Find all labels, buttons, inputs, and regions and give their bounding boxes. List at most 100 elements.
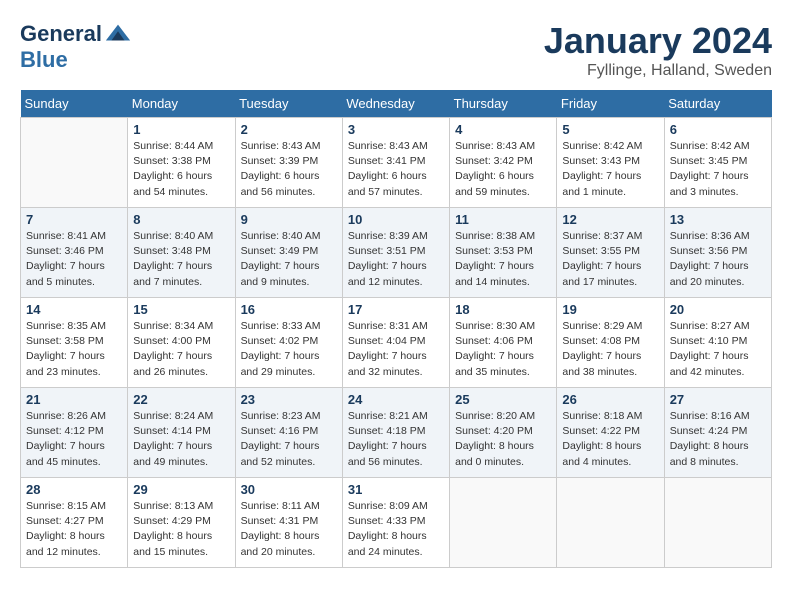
- calendar-cell: 28 Sunrise: 8:15 AMSunset: 4:27 PMDayligh…: [21, 478, 128, 568]
- calendar-cell: 23Sunrise: 8:23 AMSunset: 4:16 PMDayligh…: [235, 388, 342, 478]
- day-info: Sunrise: 8:27 AMSunset: 4:10 PMDaylight:…: [670, 319, 766, 380]
- day-number: 24: [348, 392, 444, 407]
- day-info: Sunrise: 8:40 AMSunset: 3:48 PMDaylight:…: [133, 229, 229, 290]
- logo-text-general: General: [20, 22, 102, 46]
- calendar-cell: 20 Sunrise: 8:27 AMSunset: 4:10 PMDayligh…: [664, 298, 771, 388]
- day-number: 10: [348, 212, 444, 227]
- day-number: 13: [670, 212, 766, 227]
- calendar-cell: [21, 118, 128, 208]
- day-info: Sunrise: 8:40 AMSunset: 3:49 PMDaylight:…: [241, 229, 337, 290]
- calendar-cell: 18 Sunrise: 8:30 AMSunset: 4:06 PMDayligh…: [450, 298, 557, 388]
- calendar-week-row: 21 Sunrise: 8:26 AMSunset: 4:12 PMDayligh…: [21, 388, 772, 478]
- day-info: Sunrise: 8:20 AMSunset: 4:20 PMDaylight:…: [455, 409, 551, 470]
- day-info: Sunrise: 8:31 AMSunset: 4:04 PMDaylight:…: [348, 319, 444, 380]
- day-number: 16: [241, 302, 337, 317]
- weekday-header-saturday: Saturday: [664, 90, 771, 118]
- calendar-week-row: 7 Sunrise: 8:41 AMSunset: 3:46 PMDaylight…: [21, 208, 772, 298]
- day-info: Sunrise: 8:09 AMSunset: 4:33 PMDaylight:…: [348, 499, 444, 560]
- day-info: Sunrise: 8:21 AMSunset: 4:18 PMDaylight:…: [348, 409, 444, 470]
- page-header: General Blue January 2024 Fyllinge, Hall…: [20, 20, 772, 80]
- day-number: 11: [455, 212, 551, 227]
- calendar-week-row: 28 Sunrise: 8:15 AMSunset: 4:27 PMDayligh…: [21, 478, 772, 568]
- day-number: 7: [26, 212, 122, 227]
- weekday-header-tuesday: Tuesday: [235, 90, 342, 118]
- calendar-cell: 25 Sunrise: 8:20 AMSunset: 4:20 PMDayligh…: [450, 388, 557, 478]
- calendar-cell: 22 Sunrise: 8:24 AMSunset: 4:14 PMDayligh…: [128, 388, 235, 478]
- calendar-cell: 2Sunrise: 8:43 AMSunset: 3:39 PMDaylight…: [235, 118, 342, 208]
- day-number: 1: [133, 122, 229, 137]
- day-info: Sunrise: 8:23 AMSunset: 4:16 PMDaylight:…: [241, 409, 337, 470]
- calendar-cell: 3 Sunrise: 8:43 AMSunset: 3:41 PMDaylight…: [342, 118, 449, 208]
- calendar-table: SundayMondayTuesdayWednesdayThursdayFrid…: [20, 90, 772, 568]
- day-number: 28: [26, 482, 122, 497]
- calendar-cell: 7 Sunrise: 8:41 AMSunset: 3:46 PMDaylight…: [21, 208, 128, 298]
- day-number: 17: [348, 302, 444, 317]
- day-number: 4: [455, 122, 551, 137]
- calendar-cell: [557, 478, 664, 568]
- day-info: Sunrise: 8:30 AMSunset: 4:06 PMDaylight:…: [455, 319, 551, 380]
- calendar-week-row: 14Sunrise: 8:35 AMSunset: 3:58 PMDayligh…: [21, 298, 772, 388]
- calendar-cell: 30 Sunrise: 8:11 AMSunset: 4:31 PMDayligh…: [235, 478, 342, 568]
- title-block: January 2024 Fyllinge, Halland, Sweden: [544, 20, 772, 80]
- calendar-cell: 10Sunrise: 8:39 AMSunset: 3:51 PMDayligh…: [342, 208, 449, 298]
- day-info: Sunrise: 8:42 AMSunset: 3:43 PMDaylight:…: [562, 139, 658, 200]
- day-number: 8: [133, 212, 229, 227]
- calendar-cell: 11 Sunrise: 8:38 AMSunset: 3:53 PMDayligh…: [450, 208, 557, 298]
- day-number: 5: [562, 122, 658, 137]
- calendar-cell: 12 Sunrise: 8:37 AMSunset: 3:55 PMDayligh…: [557, 208, 664, 298]
- day-info: Sunrise: 8:11 AMSunset: 4:31 PMDaylight:…: [241, 499, 337, 560]
- day-number: 6: [670, 122, 766, 137]
- day-number: 22: [133, 392, 229, 407]
- weekday-header-wednesday: Wednesday: [342, 90, 449, 118]
- day-number: 12: [562, 212, 658, 227]
- logo-icon: [104, 20, 132, 48]
- day-number: 18: [455, 302, 551, 317]
- calendar-cell: 31Sunrise: 8:09 AMSunset: 4:33 PMDayligh…: [342, 478, 449, 568]
- day-info: Sunrise: 8:34 AMSunset: 4:00 PMDaylight:…: [133, 319, 229, 380]
- day-info: Sunrise: 8:18 AMSunset: 4:22 PMDaylight:…: [562, 409, 658, 470]
- day-number: 3: [348, 122, 444, 137]
- calendar-cell: 21 Sunrise: 8:26 AMSunset: 4:12 PMDayligh…: [21, 388, 128, 478]
- day-info: Sunrise: 8:24 AMSunset: 4:14 PMDaylight:…: [133, 409, 229, 470]
- day-number: 25: [455, 392, 551, 407]
- day-info: Sunrise: 8:43 AMSunset: 3:41 PMDaylight:…: [348, 139, 444, 200]
- day-info: Sunrise: 8:36 AMSunset: 3:56 PMDaylight:…: [670, 229, 766, 290]
- day-info: Sunrise: 8:43 AMSunset: 3:39 PMDaylight:…: [241, 139, 337, 200]
- day-info: Sunrise: 8:43 AMSunset: 3:42 PMDaylight:…: [455, 139, 551, 200]
- calendar-week-row: 1Sunrise: 8:44 AMSunset: 3:38 PMDaylight…: [21, 118, 772, 208]
- day-info: Sunrise: 8:29 AMSunset: 4:08 PMDaylight:…: [562, 319, 658, 380]
- day-number: 15: [133, 302, 229, 317]
- calendar-cell: 15 Sunrise: 8:34 AMSunset: 4:00 PMDayligh…: [128, 298, 235, 388]
- day-info: Sunrise: 8:37 AMSunset: 3:55 PMDaylight:…: [562, 229, 658, 290]
- day-info: Sunrise: 8:38 AMSunset: 3:53 PMDaylight:…: [455, 229, 551, 290]
- logo-text-blue: Blue: [20, 47, 68, 72]
- calendar-cell: 27Sunrise: 8:16 AMSunset: 4:24 PMDayligh…: [664, 388, 771, 478]
- location: Fyllinge, Halland, Sweden: [544, 62, 772, 80]
- day-info: Sunrise: 8:41 AMSunset: 3:46 PMDaylight:…: [26, 229, 122, 290]
- weekday-header-friday: Friday: [557, 90, 664, 118]
- day-info: Sunrise: 8:26 AMSunset: 4:12 PMDaylight:…: [26, 409, 122, 470]
- calendar-cell: 1Sunrise: 8:44 AMSunset: 3:38 PMDaylight…: [128, 118, 235, 208]
- calendar-cell: 24 Sunrise: 8:21 AMSunset: 4:18 PMDayligh…: [342, 388, 449, 478]
- day-number: 27: [670, 392, 766, 407]
- calendar-cell: 26 Sunrise: 8:18 AMSunset: 4:22 PMDayligh…: [557, 388, 664, 478]
- day-number: 29: [133, 482, 229, 497]
- day-info: Sunrise: 8:33 AMSunset: 4:02 PMDaylight:…: [241, 319, 337, 380]
- day-info: Sunrise: 8:42 AMSunset: 3:45 PMDaylight:…: [670, 139, 766, 200]
- day-number: 30: [241, 482, 337, 497]
- calendar-cell: 19 Sunrise: 8:29 AMSunset: 4:08 PMDayligh…: [557, 298, 664, 388]
- day-number: 9: [241, 212, 337, 227]
- day-number: 26: [562, 392, 658, 407]
- calendar-cell: 14Sunrise: 8:35 AMSunset: 3:58 PMDayligh…: [21, 298, 128, 388]
- day-number: 20: [670, 302, 766, 317]
- weekday-header-row: SundayMondayTuesdayWednesdayThursdayFrid…: [21, 90, 772, 118]
- weekday-header-monday: Monday: [128, 90, 235, 118]
- calendar-cell: 5 Sunrise: 8:42 AMSunset: 3:43 PMDaylight…: [557, 118, 664, 208]
- day-info: Sunrise: 8:15 AMSunset: 4:27 PMDaylight:…: [26, 499, 122, 560]
- calendar-cell: 6 Sunrise: 8:42 AMSunset: 3:45 PMDaylight…: [664, 118, 771, 208]
- logo: General Blue: [20, 20, 132, 72]
- day-number: 21: [26, 392, 122, 407]
- day-info: Sunrise: 8:35 AMSunset: 3:58 PMDaylight:…: [26, 319, 122, 380]
- calendar-cell: [664, 478, 771, 568]
- day-number: 19: [562, 302, 658, 317]
